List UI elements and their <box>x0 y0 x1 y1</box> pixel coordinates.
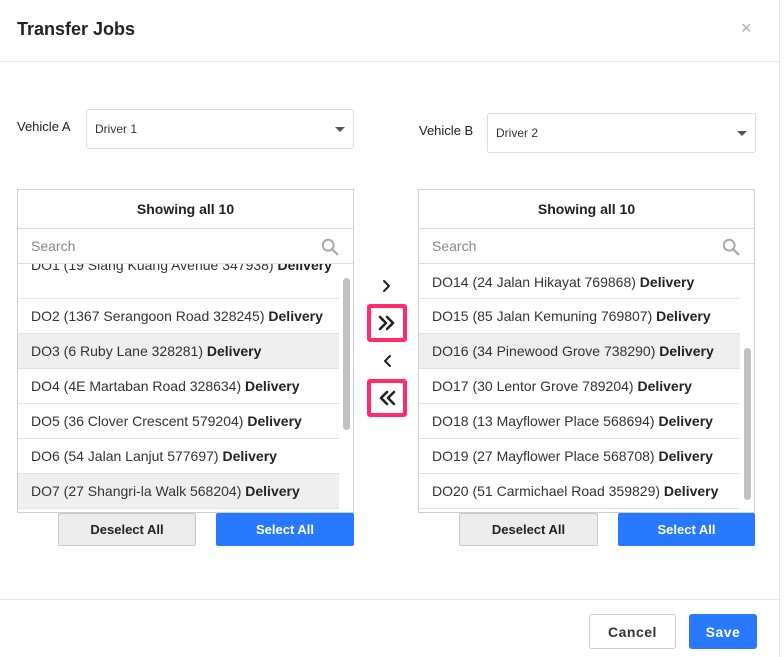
list-item[interactable]: DO14 (24 Jalan Hikayat 769868) Delivery <box>419 264 741 299</box>
list-item[interactable]: DO18 (13 Mayflower Place 568694) Deliver… <box>419 404 741 439</box>
list-item[interactable]: DO19 (27 Mayflower Place 568708) Deliver… <box>419 439 741 474</box>
left-job-list: DO1 (19 Siang Kuang Avenue 347938) Deliv… <box>18 264 340 512</box>
job-type: Delivery <box>245 378 300 394</box>
left-deselect-all-button[interactable]: Deselect All <box>58 513 196 546</box>
left-search-box <box>18 228 353 264</box>
vehicle-a-label: Vehicle A <box>17 119 71 134</box>
job-type: Delivery <box>277 264 332 273</box>
transfer-jobs-modal: Transfer Jobs × Vehicle A Driver 1 Vehic… <box>0 0 780 657</box>
modal-footer: Cancel Save <box>0 599 780 657</box>
move-all-right-button[interactable] <box>367 304 407 342</box>
list-item[interactable]: DO4 (4E Martaban Road 328634) Delivery <box>18 369 340 404</box>
job-type: Delivery <box>268 308 323 324</box>
chevron-left-icon[interactable] <box>378 352 396 370</box>
job-address: DO5 (36 Clover Crescent 579204) <box>31 413 244 429</box>
vehicle-b-select[interactable]: Driver 2 <box>487 113 756 153</box>
right-job-list-panel: Showing all 10 DO14 (24 Jalan Hikayat 76… <box>418 189 755 513</box>
right-select-all-button[interactable]: Select All <box>618 513 755 546</box>
right-panel-header: Showing all 10 <box>537 201 636 217</box>
search-icon[interactable] <box>722 238 740 256</box>
job-type: Delivery <box>658 413 713 429</box>
vehicle-a-select[interactable]: Driver 1 <box>86 109 354 149</box>
cancel-button[interactable]: Cancel <box>589 614 676 649</box>
job-address: DO17 (30 Lentor Grove 789204) <box>432 378 634 394</box>
modal-header: Transfer Jobs × <box>0 0 780 62</box>
job-type: Delivery <box>206 343 262 359</box>
chevron-right-icon[interactable] <box>378 277 396 295</box>
job-type: Delivery <box>659 343 714 359</box>
close-icon[interactable]: × <box>741 18 752 38</box>
job-address: DO18 (13 Mayflower Place 568694) <box>432 413 655 429</box>
list-item[interactable]: DO7 (27 Shangri-la Walk 568204) Delivery <box>18 474 340 509</box>
vehicle-a-selected-value: Driver 1 <box>95 122 138 136</box>
job-address: DO16 (34 Pinewood Grove 738290) <box>432 343 656 359</box>
job-type: Delivery <box>658 448 713 464</box>
right-scrollbar-thumb[interactable] <box>744 348 751 500</box>
job-address: DO4 (4E Martaban Road 328634) <box>31 378 242 394</box>
job-type: Delivery <box>663 483 719 499</box>
list-item[interactable]: DO1 (19 Siang Kuang Avenue 347938) Deliv… <box>18 264 340 299</box>
right-deselect-all-button[interactable]: Deselect All <box>459 513 598 546</box>
job-address: DO1 (19 Siang Kuang Avenue 347938) <box>31 264 274 273</box>
job-address: DO3 (6 Ruby Lane 328281) <box>31 343 203 359</box>
job-address: DO15 (85 Jalan Kemuning 769807) <box>432 308 653 324</box>
left-panel-header: Showing all 10 <box>136 201 235 217</box>
double-chevron-left-icon <box>379 390 396 406</box>
vehicle-b-label: Vehicle B <box>419 123 474 138</box>
right-job-list: DO14 (24 Jalan Hikayat 769868) Delivery … <box>419 264 741 512</box>
list-item[interactable]: DO17 (30 Lentor Grove 789204) Delivery <box>419 369 741 404</box>
list-item[interactable]: DO20 (51 Carmichael Road 359829) Deliver… <box>419 474 741 509</box>
right-search-input[interactable] <box>419 229 754 263</box>
left-scrollbar-thumb[interactable] <box>343 278 350 430</box>
left-search-input[interactable] <box>18 229 353 263</box>
job-address: DO7 (27 Shangri-la Walk 568204) <box>31 483 242 499</box>
right-search-box <box>419 228 754 264</box>
left-select-all-button[interactable]: Select All <box>216 513 354 546</box>
job-address: DO14 (24 Jalan Hikayat 769868) <box>432 274 636 290</box>
job-address: DO19 (27 Mayflower Place 568708) <box>432 448 655 464</box>
list-item[interactable]: DO2 (1367 Serangoon Road 328245) Deliver… <box>18 299 340 334</box>
job-type: Delivery <box>222 448 277 464</box>
job-address: DO6 (54 Jalan Lanjut 577697) <box>31 448 219 464</box>
list-item[interactable]: DO5 (36 Clover Crescent 579204) Delivery <box>18 404 340 439</box>
modal-title: Transfer Jobs <box>17 19 136 39</box>
save-button[interactable]: Save <box>689 614 757 649</box>
job-type: Delivery <box>656 308 711 324</box>
search-icon[interactable] <box>321 238 339 256</box>
job-address: DO2 (1367 Serangoon Road 328245) <box>31 308 265 324</box>
list-item[interactable]: DO15 (85 Jalan Kemuning 769807) Delivery <box>419 299 741 334</box>
job-type: Delivery <box>637 378 692 394</box>
job-type: Delivery <box>245 483 300 499</box>
list-item[interactable]: DO6 (54 Jalan Lanjut 577697) Delivery <box>18 439 340 474</box>
job-address: DO20 (51 Carmichael Road 359829) <box>432 483 661 499</box>
caret-down-icon <box>737 131 747 136</box>
double-chevron-right-icon <box>378 315 395 331</box>
left-scrollbar[interactable] <box>339 264 353 512</box>
left-job-list-panel: Showing all 10 DO1 (19 Siang Kuang Avenu… <box>17 189 354 513</box>
job-type: Delivery <box>247 413 302 429</box>
right-scrollbar[interactable] <box>740 264 754 512</box>
caret-down-icon <box>335 127 345 132</box>
list-item[interactable]: DO3 (6 Ruby Lane 328281) Delivery <box>18 334 340 369</box>
move-all-left-button[interactable] <box>367 379 407 417</box>
job-type: Delivery <box>639 274 695 290</box>
vehicle-b-selected-value: Driver 2 <box>496 126 539 140</box>
list-item[interactable]: DO16 (34 Pinewood Grove 738290) Delivery <box>419 334 741 369</box>
